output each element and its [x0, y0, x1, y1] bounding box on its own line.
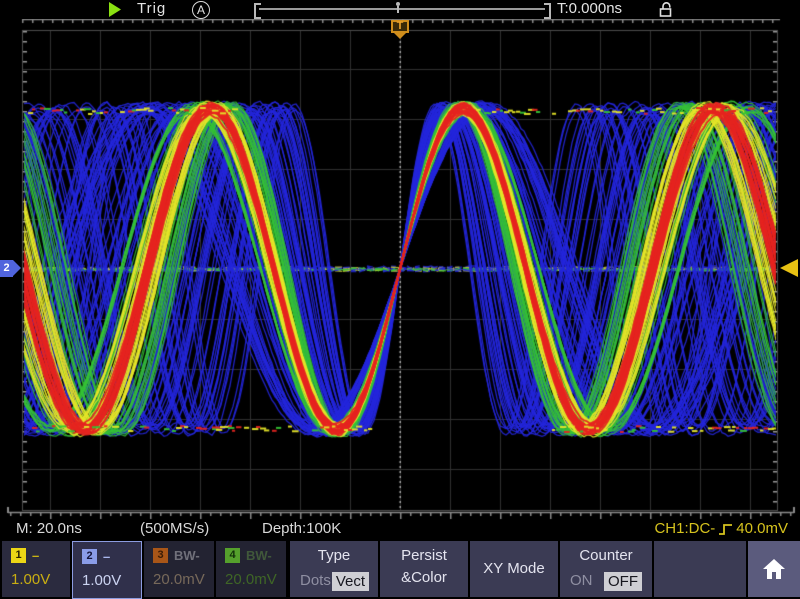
top-bar: Trig A T:0.000ns	[0, 0, 800, 19]
memory-depth-readout: Depth:100K	[262, 520, 341, 537]
waveform-display	[0, 0, 800, 540]
trig-status-label: Trig	[137, 0, 166, 17]
ch2-coupling-dash: –	[103, 549, 110, 564]
persist-menu-line2: &Color	[380, 569, 468, 586]
trigger-time-readout: T:0.000ns	[557, 0, 622, 17]
trigger-settings-readout: CH1:DC- 40.0mV	[654, 520, 788, 537]
ch2-position-marker[interactable]: 2	[0, 260, 13, 277]
ch4-button[interactable]: 4 BW- 20.0mV	[216, 541, 286, 597]
unlock-icon[interactable]	[657, 1, 675, 22]
xy-mode-label: XY Mode	[470, 560, 558, 577]
auto-trigger-icon: A	[192, 1, 210, 19]
ch4-scale-value: 20.0mV	[225, 571, 277, 588]
ch1-badge: 1	[11, 548, 26, 563]
persist-color-menu-button[interactable]: Persist &Color	[380, 541, 468, 597]
xy-mode-menu-button[interactable]: XY Mode	[470, 541, 558, 597]
timebase-readout: M: 20.0ns	[16, 520, 82, 537]
trigger-position-marker[interactable]: T	[391, 20, 409, 33]
type-menu-title: Type	[290, 547, 378, 564]
counter-menu-button[interactable]: Counter ON OFF	[560, 541, 652, 597]
record-window-left-bracket	[254, 3, 261, 19]
trigger-level-arrow[interactable]	[780, 259, 798, 277]
ch1-scale-value: 1.00V	[11, 571, 50, 588]
record-window-right-bracket	[544, 3, 551, 19]
home-icon	[761, 557, 787, 581]
empty-menu-slot	[654, 541, 746, 597]
trigger-source-label: CH1:DC-	[654, 520, 715, 537]
ch2-scale-value: 1.00V	[82, 572, 121, 589]
ch2-position-marker-point	[13, 260, 21, 276]
ch3-bw-label: BW-	[174, 548, 200, 563]
trigger-level-readout: 40.0mV	[736, 520, 788, 537]
rising-edge-icon	[718, 522, 733, 536]
counter-menu-title: Counter	[560, 547, 652, 564]
ch1-coupling-dash: –	[32, 548, 39, 563]
counter-option-on[interactable]: ON	[570, 572, 593, 589]
ch4-bw-label: BW-	[246, 548, 272, 563]
ch1-button[interactable]: 1 – 1.00V	[2, 541, 70, 597]
type-menu-button[interactable]: Type Dots Vect	[290, 541, 378, 597]
ch3-badge: 3	[153, 548, 168, 563]
type-option-dots[interactable]: Dots	[300, 572, 331, 589]
ch3-scale-value: 20.0mV	[153, 571, 205, 588]
record-position-tick	[397, 6, 399, 13]
type-option-vect[interactable]: Vect	[332, 572, 369, 591]
ch2-badge: 2	[82, 549, 97, 564]
ch3-button[interactable]: 3 BW- 20.0mV	[144, 541, 214, 597]
ch4-badge: 4	[225, 548, 240, 563]
record-position-bar[interactable]	[259, 8, 545, 10]
ch2-button[interactable]: 2 – 1.00V	[72, 541, 142, 599]
run-play-icon[interactable]	[109, 2, 122, 22]
persist-menu-line1: Persist	[380, 547, 468, 564]
bottom-menu-bar: 1 – 1.00V 2 – 1.00V 3 BW- 20.0mV 4 BW- 2…	[0, 540, 800, 599]
sample-rate-readout: (500MS/s)	[140, 520, 209, 537]
home-button[interactable]	[748, 541, 800, 597]
trigger-position-marker-point	[394, 33, 406, 39]
counter-option-off[interactable]: OFF	[604, 572, 642, 591]
